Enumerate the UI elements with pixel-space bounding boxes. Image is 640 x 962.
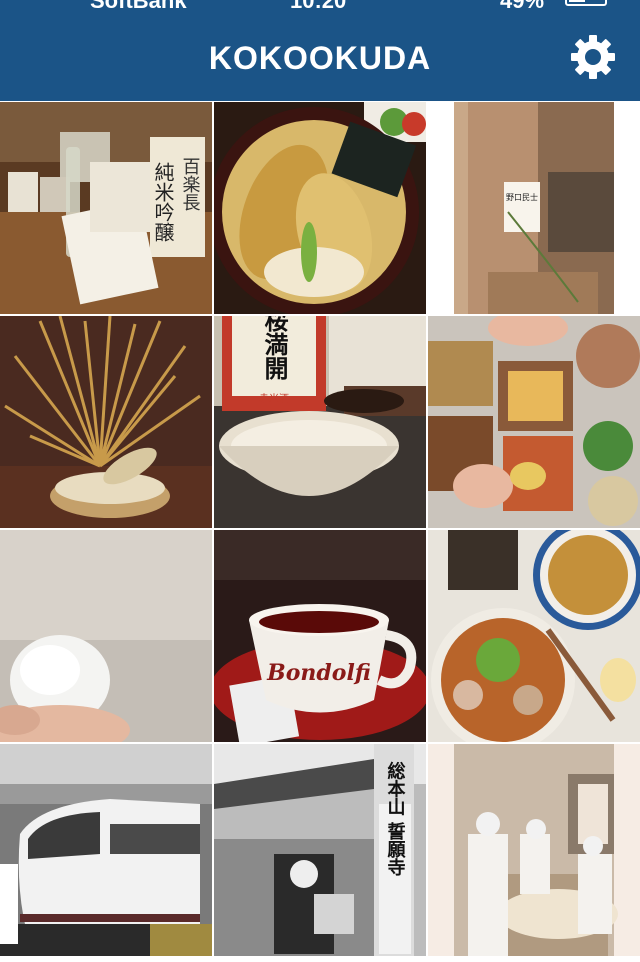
sake-label-2: 百楽長 — [180, 157, 201, 211]
settings-button[interactable] — [568, 32, 618, 82]
photo-train[interactable] — [0, 744, 212, 956]
photo-coffee-cup[interactable]: Bondolfi — [214, 530, 426, 742]
sake-sub: 赤米酒 — [259, 392, 289, 405]
sake-brand: 桜満開 — [260, 316, 288, 381]
app-header: SoftBank 10:20 49% KOKOOKUDA — [0, 0, 640, 101]
gear-icon — [571, 35, 615, 79]
photo-food-trays[interactable] — [428, 316, 640, 528]
photo-kitchen-workers[interactable] — [428, 744, 640, 956]
photo-temple-gate[interactable]: 総本山 誓願寺 — [214, 744, 426, 956]
photo-tempura-bowl[interactable] — [214, 102, 426, 314]
photo-sake-shop[interactable]: 純米吟醸 百楽長 — [0, 102, 212, 314]
clock: 10:20 — [290, 0, 347, 13]
carrier-label: SoftBank — [90, 0, 187, 13]
temple-text: 総本山 誓願寺 — [385, 761, 406, 876]
page-title: KOKOOKUDA — [208, 40, 432, 76]
battery-icon — [565, 0, 607, 6]
photo-skewers-pot[interactable] — [0, 316, 212, 528]
sign-text: 野口民士 — [506, 192, 538, 202]
photo-sake-bowl[interactable]: 桜満開 赤米酒 — [214, 316, 426, 528]
status-bar: SoftBank 10:20 49% — [0, 0, 640, 18]
photo-grid: 純米吟醸 百楽長 野口民士 桜満開 赤米酒 Bondolfi 総本山 誓願寺 — [0, 102, 640, 956]
battery-percent: 49% — [500, 0, 545, 13]
sake-label-1: 純米吟醸 — [151, 162, 175, 242]
cup-brand: Bondolfi — [266, 660, 371, 686]
photo-ramen-bowl[interactable] — [428, 530, 640, 742]
photo-hallway-sign[interactable]: 野口民士 — [428, 102, 640, 314]
photo-rice-ball[interactable] — [0, 530, 212, 742]
